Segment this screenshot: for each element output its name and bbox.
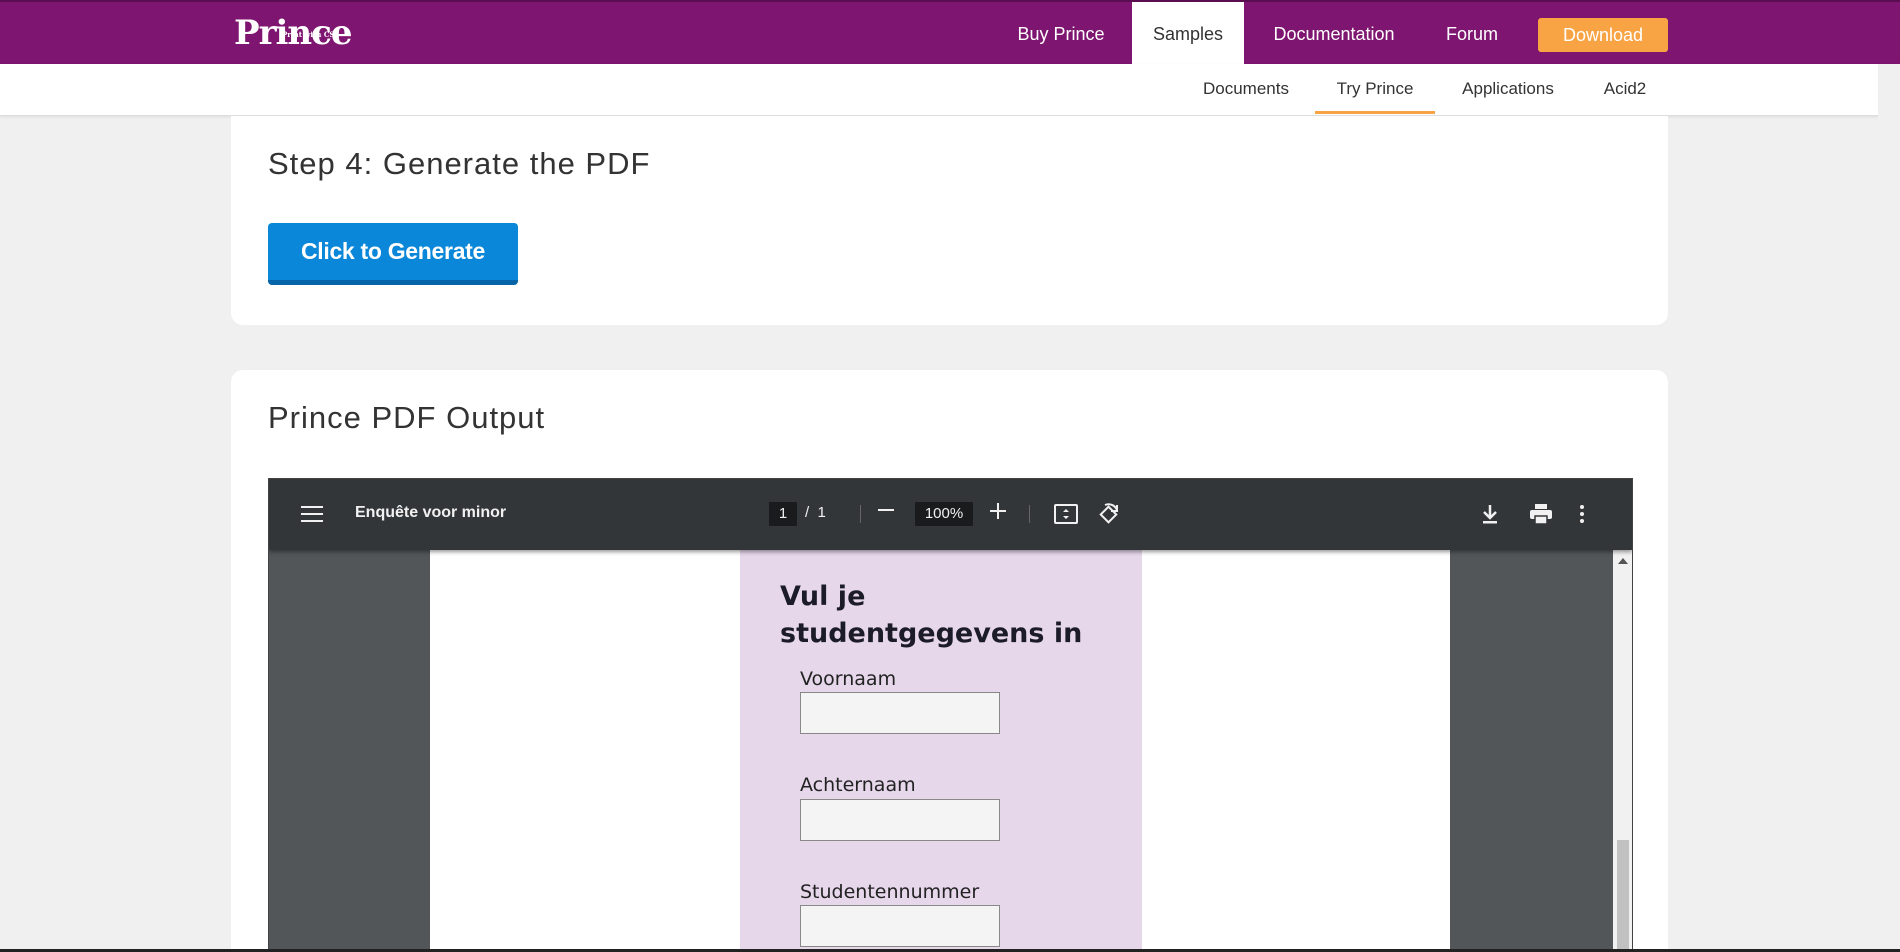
pdf-scrollbar[interactable] xyxy=(1613,550,1632,952)
pdf-viewer: Enquête voor minor 1 / 1 100% Vul je stu… xyxy=(268,478,1633,952)
nav-documentation[interactable]: Documentation xyxy=(1262,2,1406,66)
zoom-out-icon[interactable] xyxy=(878,495,894,532)
step4-heading: Step 4: Generate the PDF xyxy=(268,146,651,181)
zoom-in-icon[interactable] xyxy=(990,496,1006,533)
print-icon[interactable] xyxy=(1529,503,1553,530)
field-label-achternaam: Achternaam xyxy=(800,774,916,796)
subnav-applications[interactable]: Applications xyxy=(1450,64,1566,114)
zoom-level-input[interactable]: 100% xyxy=(915,502,973,526)
menu-icon[interactable] xyxy=(301,506,323,524)
more-options-icon[interactable] xyxy=(1579,503,1585,530)
output-heading: Prince PDF Output xyxy=(268,400,546,435)
sub-navigation: Documents Try Prince Applications Acid2 xyxy=(0,64,1900,116)
page-right-edge xyxy=(1878,64,1900,952)
rotate-icon[interactable] xyxy=(1097,502,1121,531)
voornaam-field[interactable] xyxy=(800,692,1000,734)
student-form-panel: Vul je studentgegevens in Voornaam Achte… xyxy=(740,550,1142,952)
download-icon[interactable] xyxy=(1480,503,1500,530)
scroll-up-icon[interactable] xyxy=(1618,558,1628,564)
download-button[interactable]: Download xyxy=(1538,18,1668,52)
toolbar-divider xyxy=(860,505,861,523)
logo-tagline: Print with CSS xyxy=(282,30,340,39)
nav-forum[interactable]: Forum xyxy=(1420,2,1524,66)
generate-pdf-card: Step 4: Generate the PDF Click to Genera… xyxy=(231,116,1668,325)
top-navigation-bar: Prince Print with CSS Buy Prince Samples… xyxy=(0,0,1900,66)
page-separator: / xyxy=(805,504,810,521)
subnav-acid2[interactable]: Acid2 xyxy=(1580,64,1670,114)
generate-button[interactable]: Click to Generate xyxy=(268,223,518,285)
subnav-documents[interactable]: Documents xyxy=(1190,64,1302,114)
toolbar-divider xyxy=(1029,505,1030,523)
pdf-page: Vul je studentgegevens in Voornaam Achte… xyxy=(430,550,1450,952)
total-pages: 1 xyxy=(817,504,826,521)
page-number-input[interactable]: 1 xyxy=(769,502,797,526)
subnav-try-prince[interactable]: Try Prince xyxy=(1315,64,1435,114)
scroll-thumb[interactable] xyxy=(1617,840,1629,952)
pdf-document-title: Enquête voor minor xyxy=(355,504,507,521)
form-title: Vul je studentgegevens in xyxy=(780,581,1083,649)
pdf-viewer-toolbar: Enquête voor minor 1 / 1 100% xyxy=(269,479,1632,550)
pdf-output-card: Prince PDF Output Enquête voor minor 1 /… xyxy=(231,370,1668,952)
studentennummer-field[interactable] xyxy=(800,905,1000,947)
fit-page-icon[interactable] xyxy=(1054,503,1078,530)
page-count: / 1 xyxy=(805,504,826,521)
nav-buy-prince[interactable]: Buy Prince xyxy=(1002,2,1120,66)
prince-logo[interactable]: Prince Print with CSS xyxy=(234,14,352,52)
field-label-voornaam: Voornaam xyxy=(800,668,897,690)
nav-samples[interactable]: Samples xyxy=(1132,2,1244,66)
field-label-studentennummer: Studentennummer xyxy=(800,881,980,903)
achternaam-field[interactable] xyxy=(800,799,1000,841)
